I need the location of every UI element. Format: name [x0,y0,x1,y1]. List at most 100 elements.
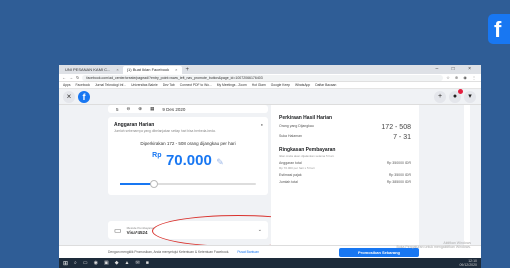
window-controls[interactable]: – □ × [436,65,478,74]
calendar-icon[interactable]: ▦ [150,106,154,112]
forward-icon[interactable]: → [69,75,73,80]
account-menu-button[interactable]: ▾ [464,91,476,103]
payment-summary-title: Ringkasan Pembayaran [279,147,336,153]
bookmarks-bar: Apps Facebook Jurnal Teknologi Inf... Un… [59,82,481,89]
browser-window: UNI PESANAN KAMI C... × (1) Buat Iklan Fa… [59,65,481,258]
bookmark-item[interactable]: WhatsApp [295,83,310,87]
payment-text: Metode Pembayaran Visa*4524 [127,226,155,235]
budget-title: Anggaran Harian [114,122,155,128]
chrome-icon[interactable]: ◉ [94,260,98,266]
app-icon[interactable]: ■ [146,260,149,266]
clock-date: 09/12/2020 [459,263,477,267]
likes-value: 7 - 31 [393,134,411,141]
scrollbar[interactable] [464,105,470,245]
credit-card-icon: ▭ [114,225,122,235]
watermark-line-2: Buka Pengaturan untuk mengaktifkan Windo… [396,245,471,249]
bookmark-item[interactable]: My Meetings - Zoom [217,83,247,87]
reload-icon[interactable]: ↻ [76,75,79,80]
header-controls: + ● ▾ [434,89,476,103]
bookmark-item[interactable]: Connect PDF to Wo... [180,83,212,87]
total-budget-row: Anggaran total Rp 350000 IDR [279,161,411,165]
windows-taskbar: ⊞ ⌕ ▭ ◉ ▣ ◆ ▲ ✉ ■ 12:10 09/12/2020 [59,258,481,268]
mail-icon[interactable]: ✉ [136,260,140,266]
tax-row: Estimasi pajak Rp 35000 IDR [279,173,411,177]
duration-days: 5 [116,106,119,112]
create-button[interactable]: + [434,91,446,103]
close-tab-icon[interactable]: × [116,67,118,72]
tab-label: UNI PESANAN KAMI C... [65,67,111,72]
bookmark-item[interactable]: Jurnal Teknologi Inf... [95,83,126,87]
app-icon[interactable]: ◆ [115,260,119,266]
likes-row: Suka Halaman 7 - 31 [279,134,411,141]
promote-now-button[interactable]: Promosikan Sekarang [339,248,419,257]
slider-handle[interactable] [150,180,158,188]
windows-activation-watermark: Aktifkan Windows Buka Pengaturan untuk m… [396,241,471,249]
bookmark-item[interactable]: Hot Glam [252,83,266,87]
slider-fill [120,183,154,185]
minus-icon[interactable]: ⊖ [127,106,131,112]
tab-bar: UNI PESANAN KAMI C... × (1) Buat Iklan Fa… [59,65,481,74]
notifications-button[interactable]: ● [449,89,463,103]
payment-value: Visa*4524 [126,229,148,235]
budget-amount[interactable]: Rp 70.000 ✎ [114,152,262,170]
grand-total-row: Jumlah total Rp 385000 IDR [279,180,411,184]
schedule-row: 5 ⊖ ⊕ ▦ 9 Des 2020 [108,105,268,113]
tab-buat-iklan[interactable]: (1) Buat Iklan Facebook × [122,66,182,74]
total-budget-value: Rp 350000 IDR [386,161,411,165]
terms-text: Dengan mengklik Promosikan, Anda menyetu… [108,250,230,254]
windows-start-icon[interactable]: ⊞ [63,260,68,267]
payment-summary-subtitle: Iklan Anda akan dijalankan selama 5 hari… [279,154,335,158]
facebook-header: × f + ● ▾ [59,89,481,105]
likes-label: Suka Halaman [279,134,302,138]
payment-label: Metode Pembayaran [126,225,155,230]
currency-label: Rp [152,152,162,159]
budget-value: 70.000 [165,152,212,169]
daily-budget-card: Anggaran Harian Jumlah sebenarnya yang d… [108,117,268,195]
close-tab-icon[interactable]: × [175,67,177,72]
tax-label: Estimasi pajak [279,173,302,177]
tab-label: (1) Buat Iklan Facebook [126,67,170,72]
bookmark-item[interactable]: Dev Tab [163,83,175,87]
facebook-logo-icon[interactable]: f [78,90,90,103]
budget-slider[interactable] [120,180,256,188]
back-icon[interactable]: ← [62,75,66,80]
bell-icon: ● [452,93,458,100]
end-date[interactable]: 9 Des 2020 [162,107,185,112]
total-budget-note: Rp 70.000 per hari x 5 hari [279,166,315,170]
tax-value: Rp 35000 IDR [388,173,411,177]
results-title: Perkiraan Hasil Harian [279,115,333,121]
new-tab-button[interactable]: + [182,66,194,74]
summary-panel: Perkiraan Hasil Harian Orang yang Dijang… [271,105,419,245]
info-icon[interactable]: ● [261,122,263,127]
plus-icon[interactable]: ⊕ [138,106,142,112]
reach-label: Orang yang Dijangkau [279,124,314,128]
ad-settings-panel: 5 ⊖ ⊕ ▦ 9 Des 2020 Anggaran Harian Jumla… [108,105,324,247]
task-view-icon[interactable]: ▭ [83,260,88,266]
help-center-link[interactable]: Pusat Bantuan [237,250,259,254]
app-icon[interactable]: ▲ [125,260,130,266]
grand-total-label: Jumlah total [279,180,298,184]
pencil-icon[interactable]: ✎ [216,157,224,167]
bookmark-item[interactable]: Apps [63,83,71,87]
page-footer: Dengan mengklik Promosikan, Anda menyetu… [59,241,481,258]
close-icon[interactable]: × [63,90,75,103]
bookmark-item[interactable]: Daftar Bacaan [315,83,336,87]
search-icon[interactable]: ⌕ [74,260,77,266]
url-input[interactable]: facebook.com/ad_center/create/pagead/?en… [82,74,444,81]
notification-badge [458,89,463,94]
grand-total-value: Rp 385000 IDR [386,180,411,184]
extensions-icons[interactable]: ☆ ⊕ ◉ ⋮ [446,75,478,80]
budget-subtitle: Jumlah sebenarnya yang dibelanjakan seti… [114,129,216,133]
address-bar-row: ← → ↻ facebook.com/ad_center/create/page… [59,74,481,82]
bookmark-item[interactable]: Universitas Bakrie [131,83,158,87]
bookmark-item[interactable]: Google Keep [271,83,290,87]
main-content: 5 ⊖ ⊕ ▦ 9 Des 2020 Anggaran Harian Jumla… [59,105,481,247]
estimated-reach: Diperkirakan 172 - 508 orang dijangkau p… [140,141,236,146]
reach-row: Orang yang Dijangkau 172 - 508 [279,124,411,131]
total-budget-label: Anggaran total [279,161,302,165]
system-clock[interactable]: 12:10 09/12/2020 [459,259,477,267]
file-explorer-icon[interactable]: ▣ [104,260,109,266]
bookmark-item[interactable]: Facebook [76,83,90,87]
facebook-logo-icon: f [488,14,510,44]
tab-uni-pesanan[interactable]: UNI PESANAN KAMI C... × [61,66,123,74]
